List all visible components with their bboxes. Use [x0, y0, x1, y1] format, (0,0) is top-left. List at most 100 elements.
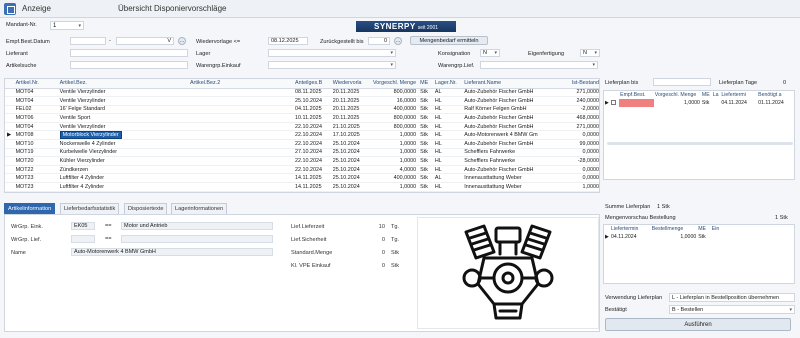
tab-disposiertexte[interactable]: Disposiertexte	[124, 203, 168, 214]
cell-anteilges: 22.10.2024	[292, 165, 331, 175]
table-row[interactable]: MOT20 Kühler Vierzylinder 22.10.2024 25.10.…	[5, 156, 599, 166]
cell-me: Stk	[418, 182, 433, 192]
vpe-label: Kl. VPE Einkauf	[291, 263, 331, 269]
table-row[interactable]: MOT22 Zündkerzen 22.10.2024 25.10.2024 4,000…	[5, 165, 599, 175]
row-marker	[5, 156, 14, 166]
best-datum-to-input[interactable]: V	[116, 37, 174, 45]
mengenvorschau-label: Mengenvorschau Bestellung	[605, 215, 676, 221]
tab-lieferbedarfsstatistik[interactable]: Lieferbedarfsstatistik	[60, 203, 120, 214]
lieferplan-col-la[interactable]: La	[712, 91, 721, 99]
col-me[interactable]: ME	[418, 79, 433, 89]
row-marker	[5, 173, 14, 184]
lieferplan-tage-value[interactable]: 0	[783, 80, 786, 86]
lieferplan-col-me[interactable]: ME	[701, 91, 712, 99]
col-lager-nr[interactable]: Lager.Nr.	[432, 79, 463, 89]
best-datum-separator: -	[109, 38, 111, 44]
wgr-lief-select[interactable]: ▾	[480, 61, 598, 69]
best-datum-picker-button[interactable]: …	[178, 37, 186, 45]
table-row[interactable]: MOT04 Ventile Vierzylinder 25.10.2024 20.11…	[5, 96, 599, 106]
col-lieferant-name[interactable]: Lieferant.Name	[462, 79, 547, 89]
zurueckgestellt-input[interactable]: 0	[368, 37, 390, 45]
cell-artikel-bez-text: Motorblock Vierzylinder	[59, 131, 122, 139]
col-vorgeschl-menge[interactable]: Vorgeschl. Menge	[368, 79, 419, 89]
ausfuehren-button[interactable]: Ausführen	[605, 318, 791, 331]
lieferplan-hscrollbar[interactable]	[607, 142, 793, 145]
cell-artikel-bez: Kühler Vierzylinder	[57, 156, 188, 166]
cell-wiedervorlage: 20.11.2025	[330, 105, 369, 115]
cell-artikel-bez2	[187, 165, 293, 175]
cell-artikel-nr: FEL02	[13, 105, 58, 115]
mengenbedarf-button[interactable]: Mengenbedarf ermitteln	[410, 36, 488, 45]
table-row[interactable]: MOT06 Ventile Sport 10.11.2025 20.11.2025 80…	[5, 113, 599, 123]
cell-artikel-nr: MOT04	[13, 96, 58, 106]
col-ist-bestand[interactable]: Ist-Bestand	[546, 79, 599, 89]
cell-artikel-nr: MOT22	[13, 165, 58, 175]
mandant-select[interactable]: 1 ▾	[50, 21, 84, 30]
cell-lager-nr: HL	[432, 113, 463, 123]
col-artikel-bez[interactable]: Artikel.Bez.	[57, 79, 188, 89]
lieferplan-row[interactable]: ▶ 1,0000 Stk 04.11.2024 01.11.2024	[604, 99, 794, 107]
cell-lager-nr: AL	[432, 173, 463, 184]
lieferplan-grid[interactable]: Empf.Best. Vorgeschl. Menge ME La Liefer…	[603, 90, 795, 180]
mengenvorschau-row[interactable]: ▶ 04.11.2024 1,0000 Stk	[604, 233, 724, 241]
col-wiedervorlage[interactable]: Wiedervorla	[330, 79, 369, 89]
disposition-grid[interactable]: Artikel.Nr. Artikel.Bez. Artikel.Bez.2 A…	[4, 78, 600, 193]
table-row[interactable]: ▶ MOT08 Motorblock Vierzylinder 22.10.2024 1…	[5, 130, 599, 141]
title-bar: Anzeige Übersicht Disponiervorschläge	[0, 0, 800, 18]
col-anteilges[interactable]: Anteilges.B	[292, 79, 331, 89]
tab-lagerinformationen[interactable]: Lagerinformationen	[171, 203, 228, 214]
konsignation-select[interactable]: N ▾	[480, 49, 500, 57]
name-value: Auto-Motorenwerk 4 BMW GmbH	[71, 248, 273, 256]
table-row[interactable]: MOT04 Ventile Vierzylinder 08.11.2025 20.11…	[5, 88, 599, 98]
mengenvorschau-grid[interactable]: Liefertermin Bestellmenge ME Ein ▶ 04.11…	[603, 224, 795, 284]
chevron-down-icon: ▾	[390, 62, 393, 68]
cell-me: Stk	[418, 130, 433, 141]
bestaetigt-select[interactable]: B - Bestellen ▾	[669, 305, 795, 314]
col-artikel-nr[interactable]: Artikel.Nr.	[13, 79, 58, 89]
konsignation-value: N	[483, 50, 487, 56]
lieferplan-col-liefertermin[interactable]: Liefertermi	[720, 91, 757, 99]
wiedervorlage-input[interactable]: 08.12.2025	[268, 37, 308, 45]
cell-artikel-bez-text: Ventile Vierzylinder	[59, 123, 106, 130]
row-marker	[5, 88, 14, 98]
chevron-down-icon: ▾	[390, 50, 393, 56]
lieferplan-bis-input[interactable]	[653, 78, 711, 86]
table-row[interactable]: FEL02 16' Felge Standard 04.11.2025 20.11.2…	[5, 105, 599, 115]
lager-select[interactable]: ▾	[268, 49, 396, 57]
table-row[interactable]: MOT23 Luftfilter 4 Zylinder 14.11.2025 25.1…	[5, 182, 599, 192]
vorschau-col-me[interactable]: ME	[697, 225, 711, 233]
cell-ist-bestand: 0,0000	[546, 130, 599, 141]
cell-wiedervorlage: 25.10.2024	[330, 139, 369, 149]
best-datum-from-input[interactable]	[70, 37, 106, 45]
lieferplan-row-checkbox[interactable]	[610, 99, 619, 107]
cell-artikel-bez2	[187, 173, 293, 184]
table-row[interactable]: MOT19 Kurbelwelle Vierzylinder 27.10.2024 2…	[5, 148, 599, 158]
vorschau-col-bestellmenge[interactable]: Bestellmenge	[651, 225, 697, 233]
cell-artikel-bez2	[187, 113, 293, 123]
artikelsuche-input[interactable]	[70, 61, 188, 69]
wgr-einkauf-select[interactable]: ▾	[268, 61, 396, 69]
tab-artikelinformation[interactable]: Artikelinformation	[4, 203, 56, 214]
cell-artikel-bez2	[187, 130, 293, 141]
eigenfertigung-select[interactable]: N ▾	[580, 49, 600, 57]
lieferplan-col-empf-best[interactable]: Empf.Best.	[619, 91, 654, 99]
vorschau-col-liefertermin[interactable]: Liefertermin	[610, 225, 651, 233]
eigenfertigung-value: N	[583, 50, 587, 56]
app-title: Anzeige	[22, 4, 51, 13]
row-marker	[5, 139, 14, 149]
lieferplan-col-benoetigt[interactable]: Benötigt a	[757, 91, 794, 99]
cell-lieferant-name: Auto-Zubehör Fischer GmbH	[462, 113, 547, 123]
lieferplan-col-menge[interactable]: Vorgeschl. Menge	[654, 91, 701, 99]
verwendung-select[interactable]: L - Lieferplan in Bestellposition überne…	[669, 293, 795, 302]
cell-artikel-bez2	[187, 139, 293, 149]
table-row[interactable]: MOT10 Nockenwelle 4 Zylinder 22.10.2024 25.…	[5, 139, 599, 149]
vorschau-col-ein[interactable]: Ein	[711, 225, 724, 233]
table-row[interactable]: MOT04 Ventile Vierzylinder 22.10.2024 21.10…	[5, 122, 599, 132]
lieferant-input[interactable]	[70, 49, 188, 57]
col-artikel-bez2[interactable]: Artikel.Bez.2	[187, 79, 293, 89]
zurueckgestellt-picker-button[interactable]: …	[394, 37, 402, 45]
cell-vorgeschl-menge: 4,0000	[368, 165, 419, 175]
table-row[interactable]: MOT23 Luftfilter 4 Zylinder 14.11.2025 25.1…	[5, 173, 599, 184]
cell-lager-nr: HL	[432, 105, 463, 115]
cell-ist-bestand: 271,0000	[546, 88, 599, 98]
